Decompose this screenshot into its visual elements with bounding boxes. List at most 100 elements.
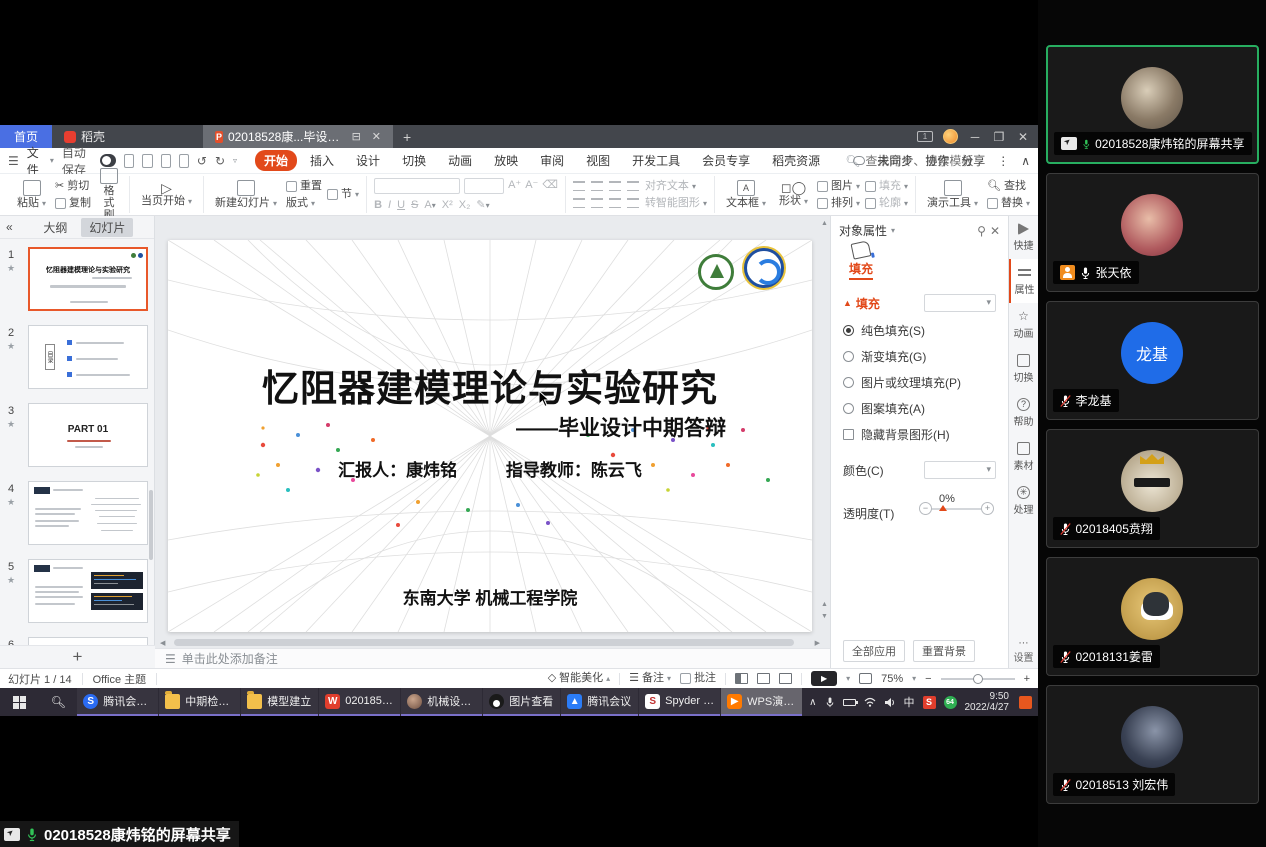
chevron-down-icon[interactable]: ▾	[891, 226, 895, 235]
font-decrease-icon[interactable]: A⁻	[525, 178, 538, 194]
taskbar-app-wps-presentation[interactable]: ▶WPS演示 幻...	[721, 688, 802, 716]
quick-access-chevron-icon[interactable]: ▿	[233, 156, 237, 165]
minimize-button[interactable]: ─	[968, 130, 982, 144]
file-menu[interactable]: 文件	[27, 144, 42, 178]
find-button[interactable]: 🔍︎查找	[987, 180, 1030, 193]
option-hide-background[interactable]: 隐藏背景图形(H)	[843, 426, 996, 443]
rail-process[interactable]: ✳处理	[1009, 479, 1038, 523]
sync-status[interactable]: 未同步	[877, 152, 913, 169]
slider-marker[interactable]	[939, 505, 947, 511]
numbered-list-icon[interactable]	[591, 181, 603, 191]
format-painter-button[interactable]: 格式刷	[96, 168, 122, 221]
ribbon-tab-devtools[interactable]: 开发工具	[623, 150, 689, 171]
option-pattern-fill[interactable]: 图案填充(A)	[843, 400, 996, 417]
zoom-percent[interactable]: 75%	[881, 673, 903, 685]
rail-animation[interactable]: ☆动画	[1009, 303, 1038, 347]
section-button[interactable]: 节▾	[327, 188, 359, 201]
preview-icon[interactable]	[179, 154, 189, 168]
font-increase-icon[interactable]: A⁺	[508, 178, 521, 194]
ribbon-tab-insert[interactable]: 插入	[301, 150, 343, 171]
layout-button[interactable]: 版式▾	[286, 197, 322, 210]
align-center-icon[interactable]	[591, 198, 603, 208]
slide-subtitle[interactable]: ——毕业设计中期答辩	[516, 412, 726, 442]
ribbon-tab-docer-res[interactable]: 稻壳资源	[763, 150, 829, 171]
theme-name[interactable]: Office 主题	[93, 671, 147, 687]
fill-button[interactable]: 填充▾	[865, 180, 908, 193]
option-gradient-fill[interactable]: 渐变填充(G)	[843, 348, 996, 365]
volume-icon[interactable]	[884, 697, 896, 708]
ribbon-tab-start[interactable]: 开始	[255, 150, 297, 171]
rail-transition[interactable]: 切换	[1009, 347, 1038, 391]
notes-bar[interactable]: ☰ 单击此处添加备注	[155, 648, 830, 668]
new-tab-button[interactable]: +	[393, 125, 421, 148]
collapse-panel-icon[interactable]: «	[6, 220, 13, 234]
zoom-slider[interactable]	[941, 678, 1015, 680]
slide-title[interactable]: 忆阻器建模理论与实验研究	[168, 358, 812, 412]
taskbar-search-button[interactable]: 🔍︎	[40, 688, 78, 716]
new-slide-button[interactable]: 新建幻灯片▾	[211, 180, 281, 210]
ribbon-tab-animation[interactable]: 动画	[439, 150, 481, 171]
tab-document[interactable]: P 02018528康...毕设中期答辩PPT ⊟ ✕	[203, 125, 393, 148]
arrange-button[interactable]: 排列▾	[817, 197, 860, 210]
notes-toggle-button[interactable]: ☰备注▾	[629, 672, 671, 685]
bullet-list-icon[interactable]	[573, 181, 585, 191]
ime-indicator[interactable]: 中	[904, 694, 915, 710]
reset-button[interactable]: 重置	[286, 180, 322, 193]
redo-icon[interactable]: ↻	[215, 154, 225, 168]
cut-button[interactable]: ✂剪切	[55, 180, 91, 193]
undo-icon[interactable]: ↺	[197, 154, 207, 168]
hamburger-icon[interactable]: ☰	[8, 154, 19, 168]
superscript-icon[interactable]: X²	[442, 199, 453, 211]
minus-icon[interactable]: −	[919, 502, 932, 515]
participant-tile[interactable]: 02018131姜雷	[1046, 557, 1259, 676]
subscript-icon[interactable]: X₂	[459, 199, 471, 211]
ribbon-tab-transition[interactable]: 切换	[393, 150, 435, 171]
zoom-out-button[interactable]: −	[925, 673, 931, 685]
participant-tile[interactable]: 02018405贲翔	[1046, 429, 1259, 548]
font-size-select[interactable]	[464, 178, 504, 194]
transparency-slider[interactable]	[927, 508, 982, 510]
beautify-button[interactable]: ◇智能美化▴	[548, 672, 610, 685]
participant-tile[interactable]: 龙基 李龙基	[1046, 301, 1259, 420]
taskbar-app-folder-midterm[interactable]: 中期检查资料	[159, 688, 240, 716]
fill-style-dropdown[interactable]	[924, 294, 996, 312]
pin-icon[interactable]: ⚲	[977, 224, 986, 238]
play-options-chevron-icon[interactable]: ▾	[846, 674, 850, 683]
fill-section-header[interactable]: ▲ 填充	[843, 294, 996, 312]
strikethrough-button[interactable]: S	[411, 199, 418, 211]
ribbon-tab-view[interactable]: 视图	[577, 150, 619, 171]
present-tools-button[interactable]: 演示工具▾	[923, 180, 982, 210]
taskbar-clock[interactable]: 9:50 2022/4/27	[965, 691, 1012, 713]
justify-icon[interactable]	[627, 198, 639, 208]
smart-graphic-button[interactable]: 转智能图形▾	[645, 197, 707, 210]
panel-scrollbar[interactable]	[149, 490, 153, 560]
participant-tile-sharer[interactable]: 02018528康炜铭的屏幕共享	[1046, 45, 1259, 164]
green-tray-icon[interactable]: 64	[944, 696, 957, 709]
slide-presenter-line[interactable]: 汇报人：康炜铭 指导教师：陈云飞	[168, 456, 812, 481]
ribbon-tab-member[interactable]: 会员专享	[693, 150, 759, 171]
collab-button[interactable]: 协作	[925, 152, 949, 169]
shapes-button[interactable]: ◻◯形状▾	[775, 182, 812, 208]
font-color-icon[interactable]: A▾	[424, 199, 435, 211]
ribbon-tab-design[interactable]: 设计	[347, 150, 389, 171]
battery-icon[interactable]	[843, 699, 856, 706]
sogou-tray-icon[interactable]: S	[923, 696, 936, 709]
fit-slide-icon[interactable]	[859, 673, 872, 684]
taskbar-app-tencent-meeting[interactable]: S腾讯会议 - ...	[77, 688, 158, 716]
apply-all-button[interactable]: 全部应用	[843, 640, 905, 662]
close-button[interactable]: ✕	[1016, 130, 1030, 144]
outline-button[interactable]: 轮廓▾	[865, 197, 908, 210]
comments-button[interactable]: 批注	[680, 672, 716, 685]
slideshow-play-button[interactable]: ▶	[811, 671, 837, 686]
output-icon[interactable]	[142, 154, 152, 168]
reset-background-button[interactable]: 重置背景	[913, 640, 975, 662]
share-button[interactable]: 分享	[961, 152, 985, 169]
start-button[interactable]	[0, 688, 40, 716]
print-icon[interactable]	[161, 154, 171, 168]
save-icon[interactable]	[124, 154, 134, 168]
rail-assets[interactable]: 素材	[1009, 435, 1038, 479]
rail-properties[interactable]: 属性	[1009, 259, 1038, 303]
reading-view-icon[interactable]	[779, 673, 792, 684]
account-avatar[interactable]	[943, 129, 958, 144]
tray-mic-icon[interactable]	[825, 696, 835, 709]
